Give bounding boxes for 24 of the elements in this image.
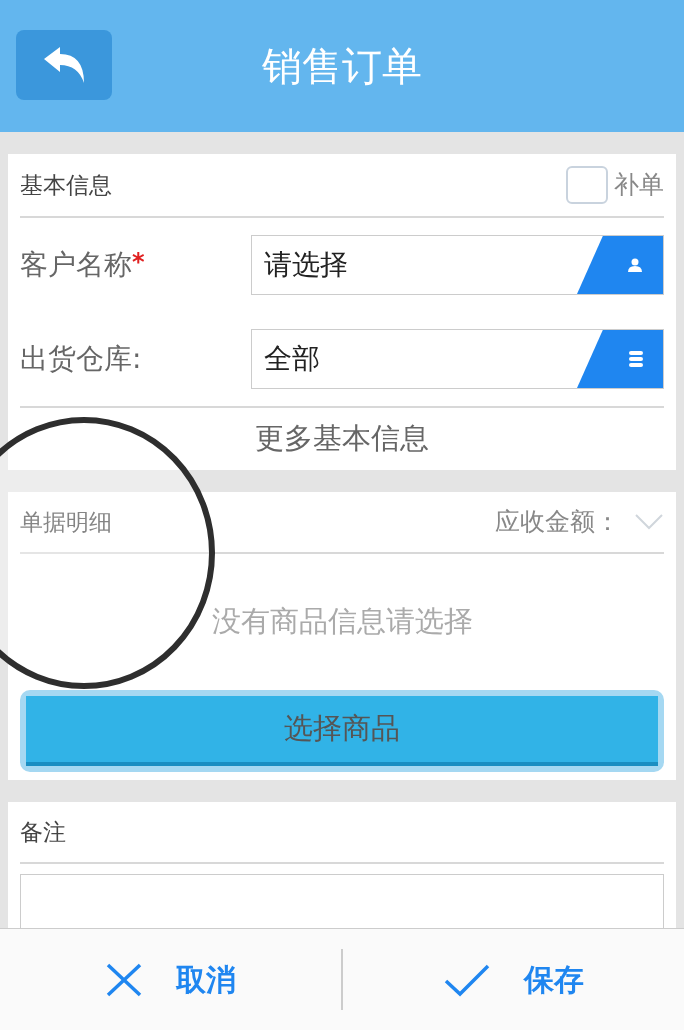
section-title: 基本信息 [20,170,112,200]
cancel-button[interactable]: 取消 [99,949,242,1010]
select-field[interactable]: 全部 [251,329,664,389]
picker-button[interactable] [577,236,663,294]
save-button[interactable]: 保存 [437,949,590,1010]
supplement-checkbox[interactable] [566,166,608,204]
check-icon [443,962,490,997]
required-mark: * [132,247,145,276]
section-title: 单据明细 [20,507,112,537]
close-icon [105,962,142,997]
section-title: 备注 [20,817,66,847]
more-info-link[interactable]: 更多基本信息 [255,417,429,461]
person-icon [627,258,643,272]
select-field[interactable]: 请选择 [251,235,664,295]
database-icon [629,351,643,367]
amount-label: 应收金额： [495,506,620,539]
checkbox-label: 补单 [614,169,664,202]
field-label: 出货仓库: [20,341,142,377]
picker-button[interactable] [577,330,663,388]
select-products-button[interactable]: 选择商品 [26,696,658,766]
back-button[interactable] [16,30,112,100]
empty-message: 没有商品信息请选择 [211,603,473,641]
page-title: 销售订单 [262,42,422,91]
field-label: 客户名称 [20,247,132,283]
